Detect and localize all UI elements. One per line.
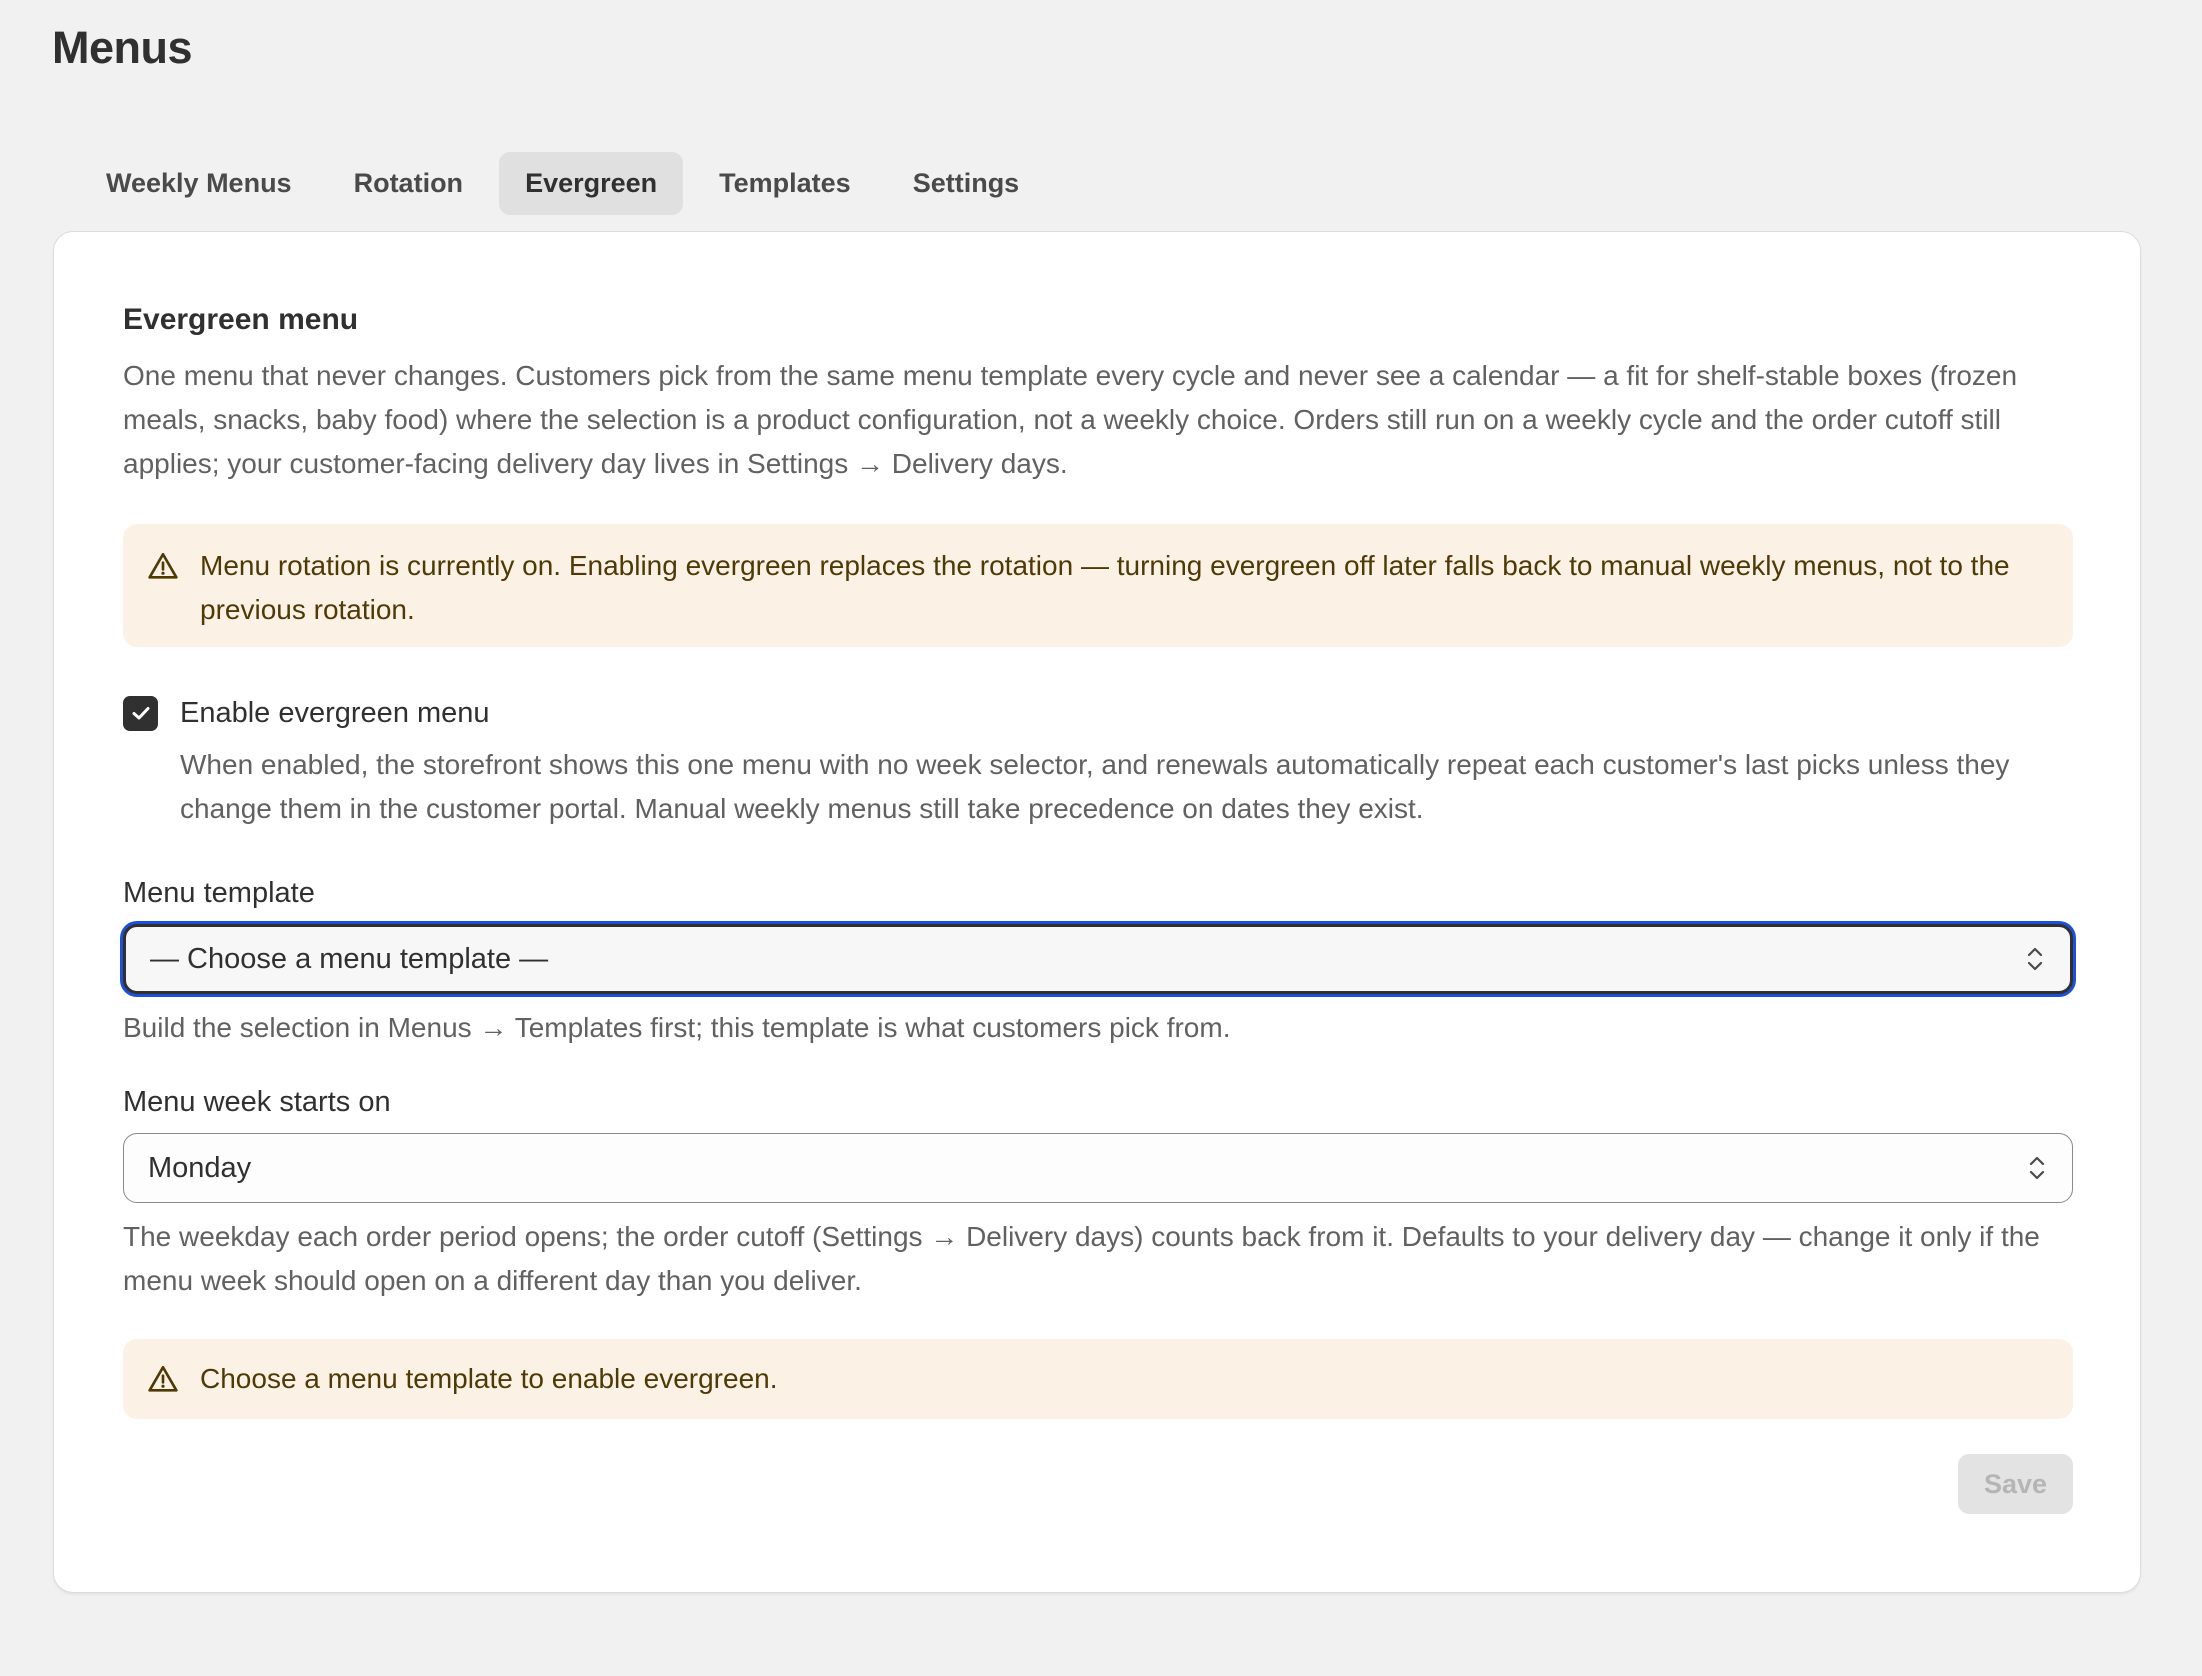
tab-templates[interactable]: Templates xyxy=(693,152,877,215)
week-start-help: The weekday each order period opens; the… xyxy=(123,1221,2040,1296)
select-chevrons-icon xyxy=(2029,1156,2045,1180)
menu-template-select[interactable]: — Choose a menu template — xyxy=(123,924,2073,994)
evergreen-card: Evergreen menu One menu that never chang… xyxy=(53,231,2141,1593)
enable-evergreen-help: When enabled, the storefront shows this … xyxy=(180,749,2010,824)
select-chevrons-icon xyxy=(2027,947,2043,971)
alert-triangle-icon xyxy=(148,1365,178,1392)
save-button[interactable]: Save xyxy=(1958,1454,2073,1514)
tab-weekly-menus[interactable]: Weekly Menus xyxy=(80,152,318,215)
section-description: One menu that never changes. Customers p… xyxy=(123,360,2018,479)
enable-evergreen-label[interactable]: Enable evergreen menu xyxy=(180,695,490,731)
week-start-value: Monday xyxy=(148,1151,252,1184)
alert-triangle-icon xyxy=(148,552,178,579)
menu-template-help: Build the selection in Menus → Templates… xyxy=(123,1012,1231,1043)
menu-template-value: — Choose a menu template — xyxy=(150,942,549,975)
enable-evergreen-row: Enable evergreen menu xyxy=(123,695,2073,731)
week-start-label: Menu week starts on xyxy=(123,1086,391,1118)
menu-template-label: Menu template xyxy=(123,877,315,909)
evergreen-form: Evergreen menu One menu that never chang… xyxy=(123,302,2073,1514)
tab-settings[interactable]: Settings xyxy=(887,152,1046,215)
enable-evergreen-checkbox[interactable] xyxy=(123,695,158,731)
template-warning-text: Choose a menu template to enable evergre… xyxy=(200,1363,778,1394)
save-row: Save xyxy=(123,1454,2073,1514)
section-title: Evergreen menu xyxy=(123,303,359,336)
rotation-warning-text: Menu rotation is currently on. Enabling … xyxy=(200,550,2010,625)
tab-rotation[interactable]: Rotation xyxy=(328,152,489,215)
tab-evergreen[interactable]: Evergreen xyxy=(499,152,684,215)
template-warning-banner: Choose a menu template to enable evergre… xyxy=(123,1339,2073,1419)
checkmark-icon xyxy=(132,707,149,720)
week-start-select[interactable]: Monday xyxy=(123,1133,2073,1203)
page-title: Menus xyxy=(52,22,193,73)
rotation-warning-banner: Menu rotation is currently on. Enabling … xyxy=(123,524,2073,647)
tab-bar: Weekly Menus Rotation Evergreen Template… xyxy=(80,152,1045,215)
